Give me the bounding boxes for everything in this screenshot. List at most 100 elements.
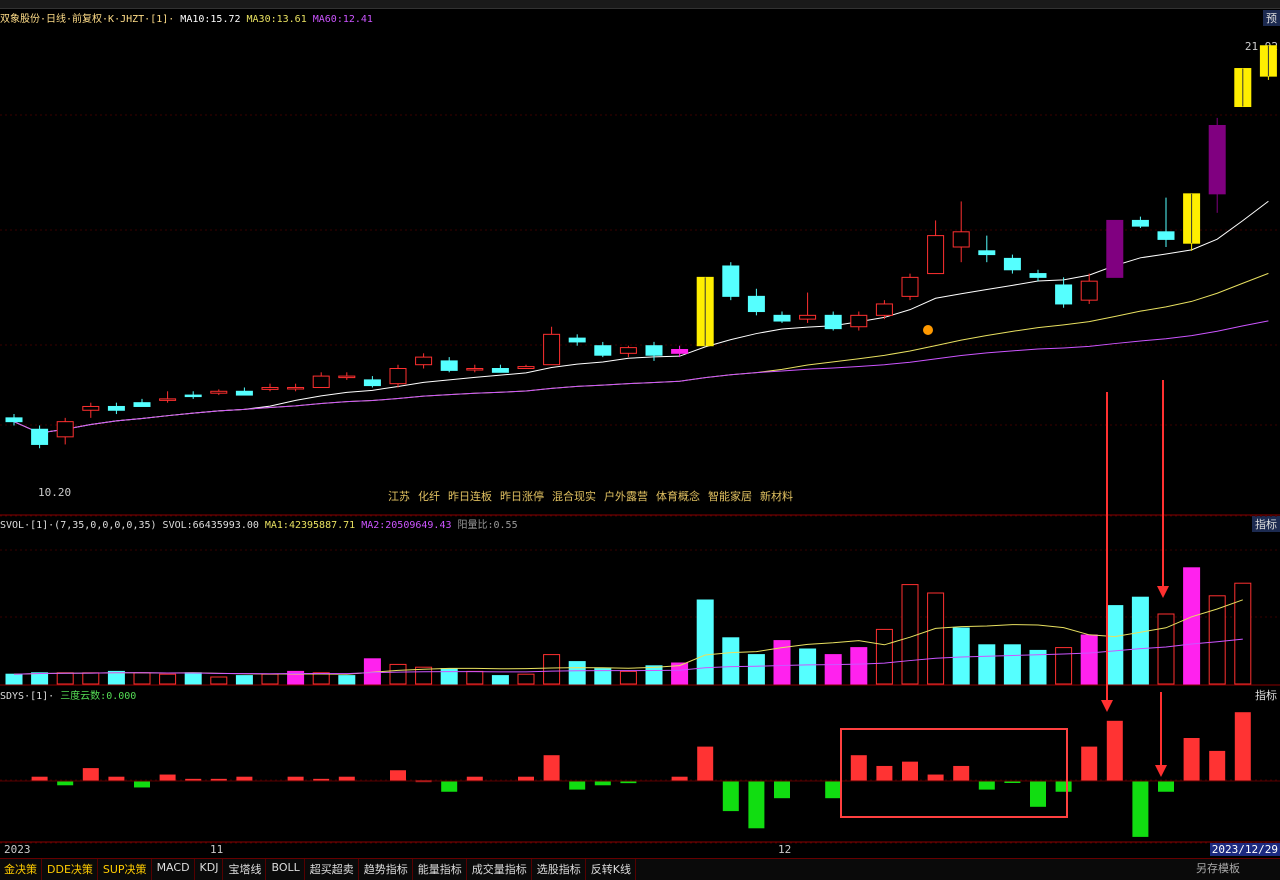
sdys-bar: [1158, 781, 1174, 792]
tab-volume[interactable]: 成交量指标: [468, 859, 532, 880]
tab-dde-juece[interactable]: DDE决策: [43, 859, 98, 880]
volume-bar: [338, 675, 356, 685]
sdys-bar: [1055, 781, 1072, 792]
tab-sup-juece[interactable]: SUP决策: [99, 859, 152, 880]
volume-bar: [491, 675, 509, 685]
volume-bar: [389, 663, 407, 685]
tab-kdj[interactable]: KDJ: [196, 859, 224, 880]
tab-stock-pick[interactable]: 选股指标: [533, 859, 586, 880]
candle-body: [491, 367, 509, 373]
sdys-bar: [338, 776, 355, 781]
candle-body: [159, 398, 177, 401]
volume-bar: [901, 584, 919, 685]
volume-bar: [543, 654, 561, 685]
volume-bar: [56, 672, 74, 685]
tab-boll[interactable]: BOLL: [267, 859, 305, 880]
volume-bar: [722, 637, 740, 685]
candle-body: [824, 314, 842, 330]
sdys-bar: [927, 774, 944, 781]
volume-bar: [1080, 634, 1098, 685]
candle-body: [568, 337, 586, 343]
sdys-bar: [82, 768, 99, 781]
save-template-button[interactable]: 另存模板: [1196, 860, 1240, 876]
candle-body: [1055, 284, 1073, 305]
current-date-label: 2023/12/29: [1209, 843, 1280, 856]
axis-month-12: 12: [778, 843, 792, 856]
sdys-bar: [518, 776, 534, 781]
candle-body: [389, 367, 407, 385]
candle-body: [1131, 219, 1149, 227]
candle-body: [901, 276, 919, 297]
tab-trend[interactable]: 趋势指标: [360, 859, 413, 880]
sdys-bar: [31, 776, 48, 781]
ma30-line: [13, 272, 1269, 434]
indicator-tabs: 金决策 DDE决策 SUP决策 MACD KDJ 宝塔线 BOLL 超买超卖 趋…: [0, 858, 1280, 880]
axis-year: 2023: [4, 843, 31, 856]
candle-body: [850, 314, 868, 328]
tab-baota[interactable]: 宝塔线: [224, 859, 267, 880]
grid-lines: [0, 114, 1280, 844]
tab-reversal[interactable]: 反转K线: [587, 859, 636, 880]
volume-bar: [159, 673, 177, 685]
candle-body: [645, 345, 663, 356]
sdys-bar: [850, 755, 867, 781]
candle-body: [875, 303, 893, 316]
candle-body: [978, 250, 996, 256]
volume-bar: [1106, 605, 1124, 685]
volume-bar: [235, 675, 253, 685]
tab-jin-juece[interactable]: 金决策: [0, 859, 42, 880]
volume-bar: [568, 661, 586, 685]
volume-bar: [133, 672, 151, 685]
candle-body: [338, 375, 356, 379]
sdys-bar: [1081, 746, 1098, 781]
sdys-bar: [569, 781, 586, 790]
sdys-bar: [287, 776, 304, 781]
arrow-sdys-head: [1155, 765, 1167, 777]
volume-bar: [261, 673, 279, 685]
sdys-bar: [748, 781, 765, 829]
sdys-bar: [108, 776, 125, 781]
candle-body: [261, 386, 279, 390]
candle-body: [235, 390, 253, 396]
candle-body: [799, 314, 817, 320]
sdys-bar: [466, 776, 483, 781]
volume-bar: [1157, 613, 1175, 685]
tab-macd[interactable]: MACD: [153, 859, 195, 880]
volume-bar: [1183, 567, 1201, 685]
sdys-bar: [876, 765, 893, 781]
volume-bar: [466, 670, 484, 685]
candle-body: [1029, 273, 1047, 278]
sdys-bar: [1030, 781, 1046, 807]
ma10-line: [13, 200, 1269, 434]
volume-bar: [440, 668, 458, 685]
chart-canvas[interactable]: [0, 0, 1280, 879]
sdys-bar: [441, 781, 458, 792]
candle-body: [440, 360, 458, 371]
volume-bar: [927, 592, 945, 685]
candle-body: [1208, 124, 1226, 195]
candle-body: [594, 345, 612, 356]
sdys-bar: [543, 755, 560, 781]
sdys-series: [0, 712, 1280, 837]
sdys-bar: [1209, 750, 1226, 781]
candle-body: [1157, 231, 1175, 240]
sdys-bar: [159, 774, 176, 781]
candle-body: [56, 421, 74, 438]
volume-bar: [210, 676, 228, 685]
sdys-bar: [697, 746, 714, 781]
sdys-bar: [953, 765, 970, 781]
sdys-bar: [1183, 738, 1200, 781]
volume-bar: [799, 648, 817, 685]
candle-body: [952, 231, 970, 248]
arrow-volume-head: [1157, 586, 1169, 598]
volume-bar: [747, 654, 765, 685]
candle-body: [1106, 219, 1124, 278]
candle-body: [31, 428, 49, 445]
tab-overbought[interactable]: 超买超卖: [306, 859, 359, 880]
candle-body: [619, 347, 637, 354]
volume-bar: [875, 628, 893, 685]
volume-bar: [31, 672, 49, 685]
tab-energy[interactable]: 能量指标: [414, 859, 467, 880]
axis-month-11: 11: [210, 843, 224, 856]
volume-bar: [5, 673, 23, 685]
